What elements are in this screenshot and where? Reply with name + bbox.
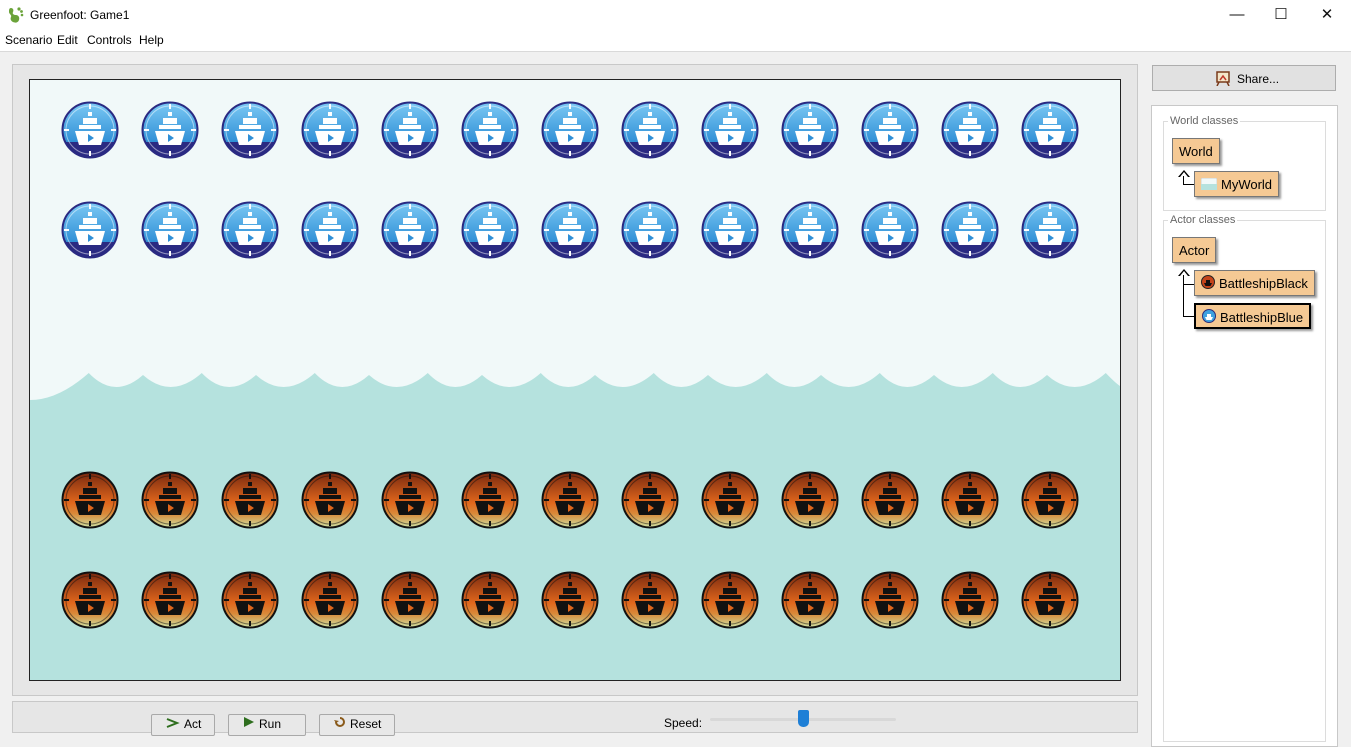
speed-slider-thumb[interactable]	[798, 710, 809, 727]
class-world[interactable]: World	[1172, 138, 1220, 164]
battleship-blue-icon[interactable]	[301, 101, 359, 159]
battleship-black-icon[interactable]	[381, 471, 439, 529]
battleship-blue-icon[interactable]	[381, 101, 439, 159]
battleship-blue-icon[interactable]	[941, 201, 999, 259]
class-actor[interactable]: Actor	[1172, 237, 1217, 263]
run-label: Run	[259, 717, 282, 731]
battleship-black-icon[interactable]	[541, 571, 599, 629]
class-myworld[interactable]: MyWorld	[1194, 171, 1280, 199]
menu-scenario[interactable]: Scenario	[5, 33, 52, 47]
battleship-blue-icon[interactable]	[461, 101, 519, 159]
battleship-blue-icon[interactable]	[61, 201, 119, 259]
reset-label: Reset	[350, 717, 382, 731]
class-battleshipblue-label: BattleshipBlue	[1220, 310, 1304, 325]
class-battleshipblack[interactable]: BattleshipBlack	[1194, 270, 1315, 296]
reset-icon	[334, 715, 346, 733]
speed-label: Speed:	[664, 716, 703, 730]
battleship-black-icon[interactable]	[621, 471, 679, 529]
battleship-black-icon[interactable]	[61, 471, 119, 529]
battleship-black-icon[interactable]	[861, 471, 919, 529]
battleship-black-icon[interactable]	[381, 571, 439, 629]
battleship-blue-icon[interactable]	[381, 201, 439, 259]
battleship-blue-icon[interactable]	[141, 201, 199, 259]
battleship-black-icon[interactable]	[221, 471, 279, 529]
class-world-label: World	[1179, 144, 1213, 159]
battleship-blue-icon[interactable]	[621, 201, 679, 259]
world-classes-title: World classes	[1168, 115, 1241, 127]
battleship-blue-icon[interactable]	[221, 201, 279, 259]
battleship-black-icon[interactable]	[301, 571, 359, 629]
menu-bar: Scenario Edit Controls Help	[0, 30, 1351, 52]
battleship-black-icon[interactable]	[221, 571, 279, 629]
actor-classes-title: Actor classes	[1168, 214, 1238, 226]
battleship-black-icon[interactable]	[621, 571, 679, 629]
maximize-button[interactable]: ☐	[1258, 0, 1304, 30]
battleship-blue-icon[interactable]	[541, 101, 599, 159]
battleship-black-icon[interactable]	[781, 571, 839, 629]
class-battleshipblue[interactable]: BattleshipBlue	[1194, 303, 1312, 332]
class-myworld-label: MyWorld	[1221, 177, 1273, 192]
battleship-black-mini-icon	[1201, 272, 1215, 298]
battleship-blue-icon[interactable]	[701, 101, 759, 159]
battleship-blue-icon[interactable]	[621, 101, 679, 159]
greenfoot-app-icon	[9, 7, 24, 23]
class-battleshipblack-label: BattleshipBlack	[1219, 276, 1308, 291]
battleship-blue-icon[interactable]	[861, 201, 919, 259]
battleship-blue-icon[interactable]	[941, 101, 999, 159]
minimize-button[interactable]: —	[1214, 0, 1260, 30]
battleship-black-icon[interactable]	[141, 571, 199, 629]
menu-edit[interactable]: Edit	[57, 33, 78, 47]
battleship-black-icon[interactable]	[941, 571, 999, 629]
battleship-blue-icon[interactable]	[781, 201, 839, 259]
battleship-black-icon[interactable]	[861, 571, 919, 629]
battleship-blue-icon[interactable]	[141, 101, 199, 159]
battleship-blue-icon[interactable]	[221, 101, 279, 159]
battleship-blue-icon[interactable]	[61, 101, 119, 159]
battleship-blue-icon[interactable]	[861, 101, 919, 159]
menu-controls[interactable]: Controls	[87, 33, 132, 47]
act-button[interactable]: Act	[151, 714, 215, 736]
reset-button[interactable]: Reset	[319, 714, 395, 736]
battleship-black-icon[interactable]	[701, 571, 759, 629]
battleship-blue-mini-icon	[1202, 306, 1216, 332]
battleship-blue-icon[interactable]	[1021, 201, 1079, 259]
window-title: Greenfoot: Game1	[30, 8, 130, 22]
battleship-black-icon[interactable]	[941, 471, 999, 529]
battleship-black-icon[interactable]	[701, 471, 759, 529]
close-button[interactable]: ✕	[1304, 0, 1350, 30]
menu-help[interactable]: Help	[139, 33, 164, 47]
battleship-black-icon[interactable]	[1021, 571, 1079, 629]
battleship-blue-icon[interactable]	[701, 201, 759, 259]
inheritance-arrow	[1178, 170, 1190, 177]
act-icon	[166, 715, 180, 733]
battleship-black-icon[interactable]	[541, 471, 599, 529]
share-button[interactable]: Share...	[1152, 65, 1336, 91]
battleship-blue-icon[interactable]	[781, 101, 839, 159]
inheritance-arrow	[1178, 269, 1190, 276]
battleship-blue-icon[interactable]	[301, 201, 359, 259]
run-button[interactable]: Run	[228, 714, 306, 736]
tree-connector	[1183, 275, 1184, 317]
battleship-black-icon[interactable]	[301, 471, 359, 529]
class-actor-label: Actor	[1179, 243, 1210, 258]
actor-classes-group	[1163, 220, 1326, 742]
battleship-black-icon[interactable]	[61, 571, 119, 629]
world-canvas[interactable]	[29, 79, 1121, 681]
battleship-black-icon[interactable]	[1021, 471, 1079, 529]
share-label: Share...	[1237, 72, 1280, 86]
act-label: Act	[184, 717, 202, 731]
myworld-thumbnail-icon	[1200, 173, 1218, 199]
battleship-black-icon[interactable]	[461, 571, 519, 629]
battleship-blue-icon[interactable]	[461, 201, 519, 259]
battleship-black-icon[interactable]	[461, 471, 519, 529]
run-icon	[243, 715, 255, 733]
easel-icon	[1216, 71, 1230, 86]
battleship-blue-icon[interactable]	[1021, 101, 1079, 159]
battleship-black-icon[interactable]	[781, 471, 839, 529]
battleship-black-icon[interactable]	[141, 471, 199, 529]
battleship-blue-icon[interactable]	[541, 201, 599, 259]
title-bar: Greenfoot: Game1 — ☐ ✕	[0, 0, 1351, 30]
